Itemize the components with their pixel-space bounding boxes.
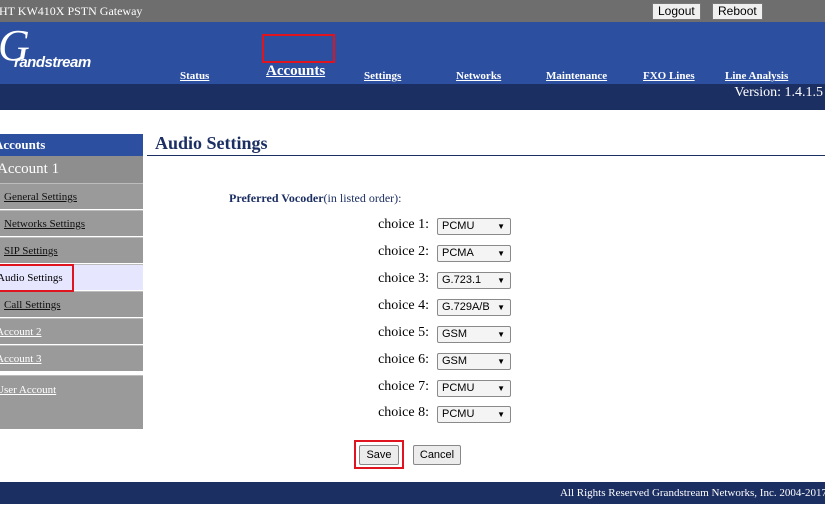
nav-networks[interactable]: Networks — [456, 70, 501, 82]
copyright-text: All Rights Reserved Grandstream Networks… — [559, 487, 825, 499]
preferred-vocoder-label: Preferred Vocoder(in listed order): — [229, 191, 402, 205]
sidebar-heading: Accounts — [0, 134, 143, 156]
dropdown-arrow-icon: ▼ — [497, 276, 505, 285]
footer-bar: All Rights Reserved Grandstream Networks… — [0, 482, 825, 504]
sidebar-item-sip-settings[interactable]: SIP Settings — [0, 237, 143, 263]
dropdown-arrow-icon: ▼ — [497, 222, 505, 231]
sidebar-item-user-account[interactable]: User Account — [0, 375, 143, 429]
dropdown-arrow-icon: ▼ — [497, 384, 505, 393]
choice-1-label: choice 1: — [378, 217, 429, 232]
choice-5-label: choice 5: — [378, 325, 429, 340]
nav-settings[interactable]: Settings — [364, 70, 401, 82]
choice-8-select[interactable]: PCMU ▼ — [437, 406, 511, 423]
sidebar-item-account-2[interactable]: Account 2 — [0, 318, 143, 344]
audio-settings-highlight-box — [0, 264, 74, 292]
sidebar-account-1: Account 1 — [0, 156, 143, 183]
save-highlight-box — [354, 440, 404, 469]
logout-button[interactable]: Logout — [652, 3, 701, 20]
header-bar: G randstream Status Accounts Settings Ne… — [0, 22, 825, 84]
sidebar-item-networks-settings[interactable]: Networks Settings — [0, 210, 143, 236]
subheader-bar: Version: 1.4.1.5 — [0, 84, 825, 110]
dropdown-arrow-icon: ▼ — [497, 410, 505, 419]
nav-line-analysis[interactable]: Line Analysis — [725, 70, 788, 82]
choice-1-select[interactable]: PCMU ▼ — [437, 218, 511, 235]
choice-3-label: choice 3: — [378, 271, 429, 286]
choice-5-select[interactable]: GSM ▼ — [437, 326, 511, 343]
dropdown-arrow-icon: ▼ — [497, 357, 505, 366]
top-strip: HT KW410X PSTN Gateway Logout Reboot — [0, 0, 825, 22]
dropdown-arrow-icon: ▼ — [497, 330, 505, 339]
nav-maintenance[interactable]: Maintenance — [546, 70, 607, 82]
choice-2-select[interactable]: PCMA ▼ — [437, 245, 511, 262]
firmware-version: Version: 1.4.1.5 — [734, 85, 823, 100]
choice-4-select[interactable]: G.729A/B ▼ — [437, 299, 511, 316]
nav-accounts[interactable]: Accounts — [266, 63, 325, 80]
title-divider — [147, 155, 825, 156]
choice-8-label: choice 8: — [378, 405, 429, 420]
choice-6-label: choice 6: — [378, 352, 429, 367]
reboot-button[interactable]: Reboot — [712, 3, 763, 20]
sidebar-item-account-3[interactable]: Account 3 — [0, 345, 143, 371]
nav-fxo-lines[interactable]: FXO Lines — [643, 70, 695, 82]
cancel-button[interactable]: Cancel — [413, 445, 461, 465]
choice-2-label: choice 2: — [378, 244, 429, 259]
nav-status[interactable]: Status — [180, 70, 209, 82]
sidebar-item-general-settings[interactable]: General Settings — [0, 183, 143, 209]
accounts-highlight-box — [262, 34, 335, 63]
choice-4-label: choice 4: — [378, 298, 429, 313]
window-title: HT KW410X PSTN Gateway — [0, 4, 143, 18]
choice-7-select[interactable]: PCMU ▼ — [437, 380, 511, 397]
dropdown-arrow-icon: ▼ — [497, 249, 505, 258]
sidebar-item-call-settings[interactable]: Call Settings — [0, 291, 143, 317]
choice-3-select[interactable]: G.723.1 ▼ — [437, 272, 511, 289]
choice-6-select[interactable]: GSM ▼ — [437, 353, 511, 370]
dropdown-arrow-icon: ▼ — [497, 303, 505, 312]
choice-7-label: choice 7: — [378, 379, 429, 394]
page-title: Audio Settings — [155, 133, 268, 153]
